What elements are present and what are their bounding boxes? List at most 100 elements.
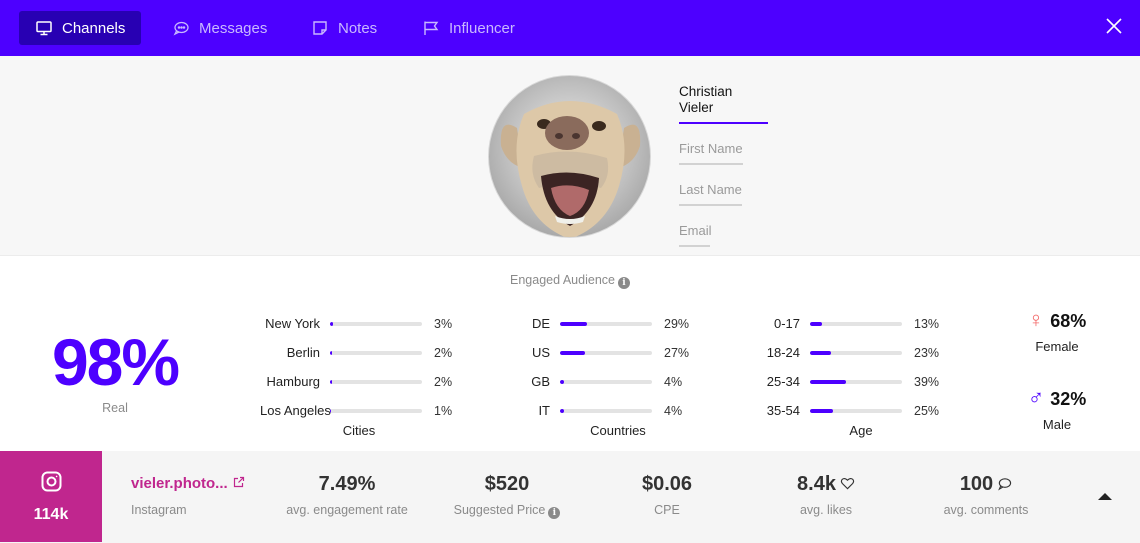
female-label: Female	[1035, 339, 1079, 354]
country-percent: 4%	[664, 403, 683, 418]
age-bar-fill	[810, 321, 822, 326]
age-range: 25-34	[766, 374, 800, 389]
country-bar-fill	[560, 379, 564, 384]
cpe-value: $0.06	[641, 473, 693, 495]
countries-label: Countries	[590, 423, 646, 438]
gender-female: ♀ 68% Female	[1012, 307, 1102, 354]
first-name-field[interactable]: First Name	[679, 141, 743, 165]
country-bar-fill	[560, 408, 564, 413]
last-name-underline	[679, 204, 742, 206]
age-percent: 25%	[914, 403, 940, 418]
email-placeholder: Email	[679, 223, 712, 238]
channel-handle: vieler.photo...	[131, 475, 228, 492]
age-row: 35-54 25%	[740, 396, 939, 425]
tab-channels[interactable]: Channels	[19, 11, 142, 45]
engaged-audience-title: Engaged Audience i	[0, 273, 1140, 289]
dog-photo	[500, 101, 641, 237]
channel-handle-link[interactable]: vieler.photo...	[131, 475, 245, 492]
city-name: New York	[265, 316, 320, 331]
male-percent: 32%	[1050, 389, 1087, 409]
collapse-caret-icon[interactable]	[1098, 493, 1112, 500]
engagement-rate-stat: 7.49% avg. engagement rate	[272, 473, 422, 517]
instagram-tile[interactable]: 114k	[0, 451, 102, 542]
country-percent: 4%	[664, 374, 683, 389]
age-label: Age	[849, 423, 873, 438]
country-row: IT 4%	[490, 396, 689, 425]
city-bar-fill	[330, 379, 332, 384]
monitor-icon	[36, 21, 52, 36]
age-row: 0-17 13%	[740, 309, 939, 338]
city-row: Berlin 2%	[260, 338, 452, 367]
heart-icon	[840, 477, 855, 490]
country-bar	[560, 350, 652, 355]
platform-name: Instagram	[131, 503, 187, 517]
gender-male: ♂ 32% Male	[1012, 385, 1102, 432]
country-percent: 27%	[664, 345, 690, 360]
city-bar-fill	[330, 408, 332, 413]
countries-group: DE 29% US 27% GB 4% IT 4%	[490, 309, 689, 425]
follower-count: 114k	[33, 506, 69, 523]
engagement-rate-label: avg. engagement rate	[286, 503, 408, 517]
chat-bubble-icon	[173, 21, 189, 36]
male-label: Male	[1042, 417, 1072, 432]
avatar[interactable]	[488, 75, 651, 238]
info-icon[interactable]: i	[617, 277, 630, 289]
city-percent: 2%	[434, 345, 453, 360]
country-name: IT	[538, 403, 550, 418]
tab-notes[interactable]: Notes	[295, 11, 393, 45]
engaged-audience-section: Engaged Audience i 98% Real New York 3% B…	[0, 257, 1140, 450]
city-bar	[330, 408, 422, 413]
close-icon[interactable]	[1102, 14, 1126, 38]
first-name-placeholder: First Name	[679, 141, 743, 156]
email-field[interactable]: Email	[679, 223, 712, 247]
country-bar	[560, 379, 652, 384]
real-label: Real	[102, 401, 128, 415]
email-underline	[679, 245, 710, 247]
age-bar-fill	[810, 379, 846, 384]
female-icon: ♀	[1027, 307, 1045, 332]
tab-influencer[interactable]: Influencer	[406, 11, 531, 45]
tab-messages[interactable]: Messages	[156, 11, 283, 45]
avg-comments-value: 100	[959, 473, 994, 495]
age-bar	[810, 408, 902, 413]
first-name-underline	[679, 163, 743, 165]
tab-notes-label: Notes	[338, 19, 378, 37]
age-bar-fill	[810, 408, 833, 413]
full-name-field[interactable]: Christian Vieler	[679, 84, 768, 124]
city-row: Hamburg 2%	[260, 367, 453, 396]
cpe-label: CPE	[654, 503, 680, 517]
engaged-audience-title-text: Engaged Audience	[510, 273, 615, 287]
age-bar	[810, 321, 902, 326]
city-row: New York 3%	[260, 309, 452, 338]
age-group: 0-17 13% 18-24 23% 25-34 39% 35-54 25%	[740, 309, 939, 425]
country-bar	[560, 321, 652, 326]
age-percent: 13%	[914, 316, 940, 331]
real-percentage: 98%	[51, 325, 180, 399]
age-range: 0-17	[773, 316, 800, 331]
channel-summary-row[interactable]: 114k vieler.photo... Instagram 7.49% avg…	[0, 451, 1140, 543]
engagement-rate-value: 7.49%	[318, 473, 376, 495]
avg-comments-label: avg. comments	[943, 503, 1029, 517]
suggested-price-value: $520	[484, 473, 530, 495]
comment-icon	[998, 478, 1012, 491]
country-row: DE 29%	[490, 309, 689, 338]
female-percent: 68%	[1050, 311, 1087, 331]
last-name-field[interactable]: Last Name	[679, 182, 742, 206]
info-icon[interactable]: i	[548, 507, 561, 519]
city-percent: 2%	[434, 374, 453, 389]
profile-form: Christian Vieler First Name Last Name Em…	[679, 84, 768, 264]
country-bar-fill	[560, 321, 587, 326]
city-bar	[330, 321, 422, 326]
city-bar	[330, 379, 422, 384]
country-name: GB	[531, 374, 550, 389]
city-name: Los Angeles	[260, 403, 331, 418]
tab-messages-label: Messages	[199, 19, 268, 37]
age-row: 18-24 23%	[740, 338, 939, 367]
note-icon	[313, 21, 327, 35]
tab-influencer-label: Influencer	[449, 19, 515, 37]
country-bar-fill	[560, 350, 585, 355]
age-percent: 23%	[914, 345, 940, 360]
cities-label: Cities	[342, 423, 376, 438]
avg-likes-label: avg. likes	[799, 503, 853, 517]
country-row: US 27%	[490, 338, 689, 367]
